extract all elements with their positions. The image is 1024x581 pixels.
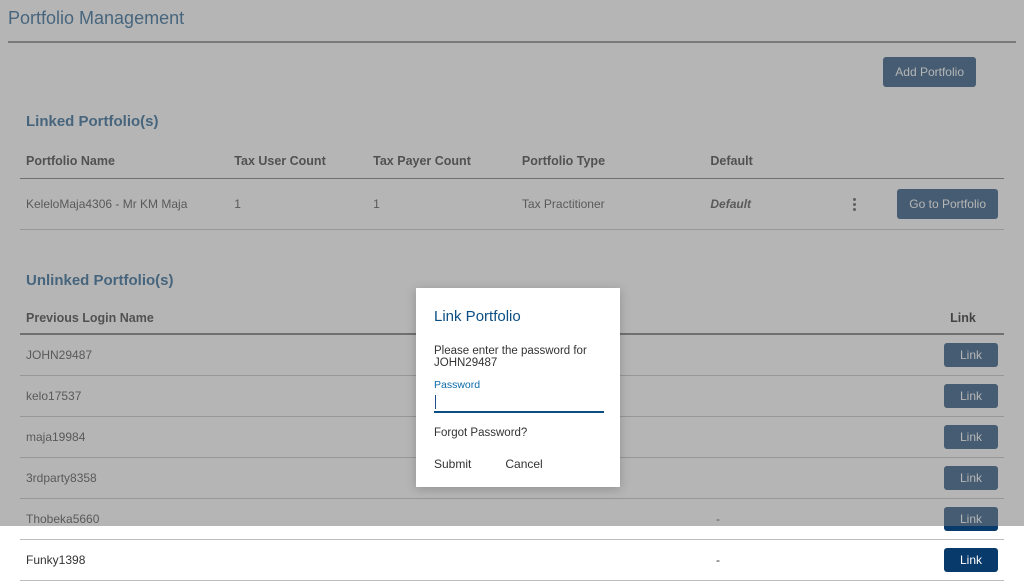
modal-title: Link Portfolio xyxy=(434,308,602,345)
text-cursor xyxy=(435,395,436,409)
cancel-button[interactable]: Cancel xyxy=(505,457,542,471)
password-input[interactable] xyxy=(434,393,604,413)
link-portfolio-modal: Link Portfolio Please enter the password… xyxy=(416,288,620,487)
password-label: Password xyxy=(434,379,602,393)
link-button[interactable]: Link xyxy=(944,548,998,572)
forgot-password-link[interactable]: Forgot Password? xyxy=(434,413,602,449)
unlinked-row: Funky1398 - Link xyxy=(20,540,1004,581)
unlinked-row-dash: - xyxy=(508,553,928,567)
submit-button[interactable]: Submit xyxy=(434,457,471,471)
unlinked-row-name: Funky1398 xyxy=(26,553,508,567)
modal-instruction: Please enter the password for JOHN29487 xyxy=(434,345,602,379)
